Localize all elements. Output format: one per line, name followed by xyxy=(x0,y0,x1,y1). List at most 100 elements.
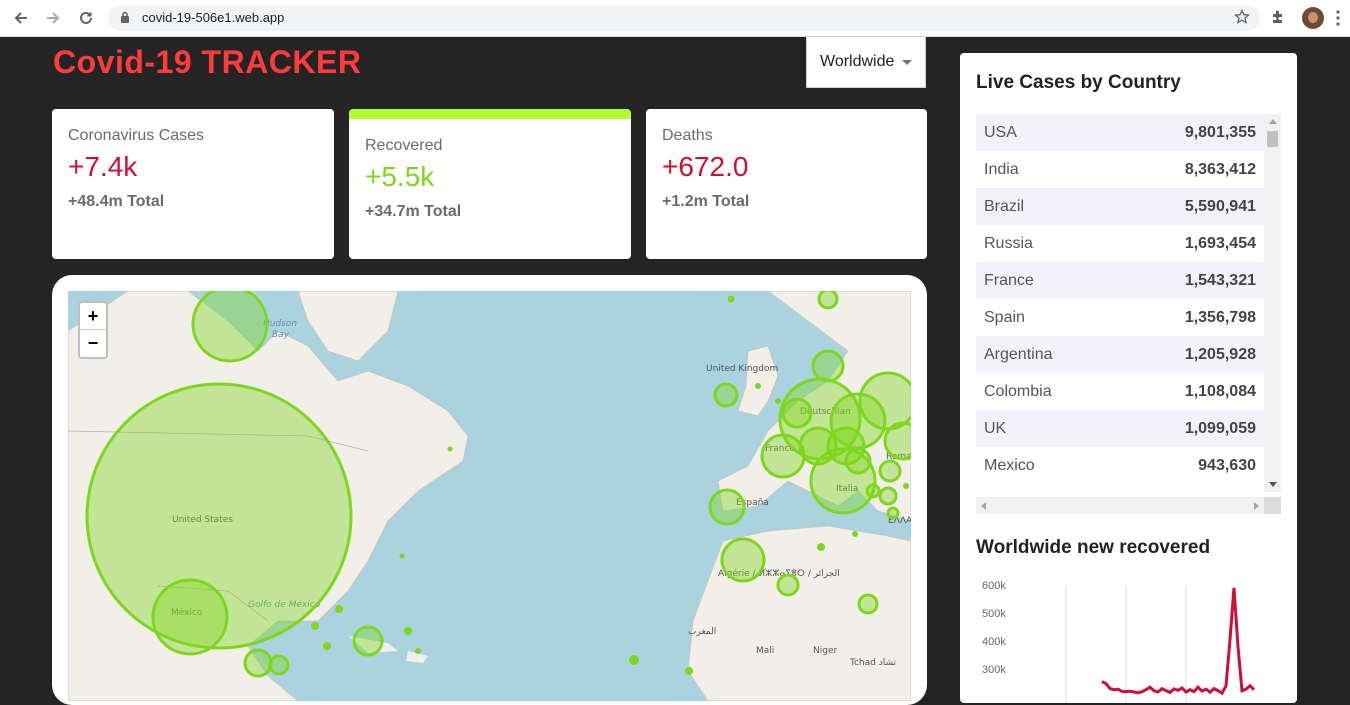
circle-ireland[interactable] xyxy=(713,382,739,408)
circle-algeria[interactable] xyxy=(776,573,800,597)
url-text: covid-19-506e1.web.app xyxy=(142,10,285,25)
chart-grid xyxy=(1065,585,1187,703)
y-tick-label: 300k xyxy=(982,664,1006,676)
circle-albania[interactable] xyxy=(865,483,881,499)
deaths-total: +1.2m Total xyxy=(662,193,911,211)
country-cases: 1,356,798 xyxy=(1184,308,1256,326)
deaths-title: Deaths xyxy=(662,127,713,144)
circle-ukraine[interactable] xyxy=(883,421,911,461)
cases-card[interactable]: Coronavirus Cases +7.4k +48.4m Total xyxy=(52,109,334,259)
country-name: Spain xyxy=(984,308,1025,326)
dot-cape-verde xyxy=(629,655,639,665)
zoom-in-button[interactable]: + xyxy=(80,303,106,330)
map-label-uk: United Kingdom xyxy=(706,364,778,374)
vertical-scrollbar[interactable] xyxy=(1264,114,1281,492)
circle-portugal[interactable] xyxy=(708,488,746,526)
horizontal-scrollbar[interactable] xyxy=(976,497,1264,514)
country-name: France xyxy=(976,262,1118,299)
table-row: Argentina 1,205,928 xyxy=(976,336,1264,373)
map-card: Hudson Bay Golfo de México United States… xyxy=(52,275,927,705)
table-row: France 1,543,321 xyxy=(976,262,1264,299)
recovered-value: +5.5k xyxy=(365,161,435,192)
circle-honduras[interactable] xyxy=(268,654,290,676)
dot-iceland xyxy=(727,295,735,303)
live-cases-table-wrap[interactable]: USA 9,801,355 India 8,363,412 Brazil 5,590,94… xyxy=(976,114,1281,514)
dot-jamaica xyxy=(311,622,319,630)
circle-romania[interactable] xyxy=(878,459,902,483)
sidebar-card: Live Cases by Country USA 9,801,355 India 8… xyxy=(960,53,1297,703)
country-name: Mexico xyxy=(984,456,1035,474)
table-row: India 8,363,412 xyxy=(976,151,1264,188)
country-name: USA xyxy=(976,114,1118,151)
circle-norway[interactable] xyxy=(817,291,839,310)
country-name: Colombia xyxy=(984,382,1052,400)
map-label-maroc: المغرب xyxy=(688,627,716,637)
chart-series-line xyxy=(1101,587,1256,696)
table-row: Mexico 943,630 xyxy=(976,447,1264,484)
circle-russia-west[interactable] xyxy=(858,371,911,431)
country-dropdown-value: Worldwide xyxy=(820,53,895,70)
profile-avatar[interactable] xyxy=(1302,7,1324,29)
chevron-down-icon xyxy=(902,60,912,65)
uk-land xyxy=(737,345,779,417)
zoom-out-button[interactable]: − xyxy=(80,330,106,356)
scroll-up-arrow-icon[interactable] xyxy=(1269,119,1277,124)
extensions-puzzle-icon[interactable] xyxy=(1270,9,1286,30)
dot-tunisia xyxy=(817,543,825,551)
map-label-niger: Niger xyxy=(813,646,837,656)
scrollbar-corner xyxy=(1264,497,1281,514)
back-arrow-icon[interactable] xyxy=(9,6,33,30)
scroll-down-arrow-icon[interactable] xyxy=(1269,482,1277,487)
circle-libya[interactable] xyxy=(857,593,879,615)
table-row: Russia 1,693,454 xyxy=(976,225,1264,262)
recovered-card[interactable]: Recovered +5.5k +34.7m Total xyxy=(349,109,631,259)
circle-sweden[interactable] xyxy=(811,349,845,383)
circle-switzerland[interactable] xyxy=(798,426,838,466)
country-cases: 1,693,454 xyxy=(1184,234,1256,252)
table-row: Brazil 5,590,941 xyxy=(976,188,1264,225)
more-vert-icon[interactable] xyxy=(1336,10,1340,31)
live-cases-title: Live Cases by Country xyxy=(976,72,1181,93)
circle-mexico[interactable] xyxy=(151,578,229,656)
chart-title: Worldwide new recovered xyxy=(976,537,1211,558)
cases-total-value: +48.4m xyxy=(68,193,123,210)
y-tick-label: 600k xyxy=(982,580,1006,592)
deaths-total-label: Total xyxy=(712,193,750,210)
cases-value: +7.4k xyxy=(68,151,138,182)
world-map[interactable]: Hudson Bay Golfo de México United States… xyxy=(68,291,911,701)
scroll-thumb[interactable] xyxy=(1267,131,1278,147)
country-name: Brazil xyxy=(976,188,1118,225)
star-icon[interactable] xyxy=(1233,8,1251,30)
recovered-total-label: Total xyxy=(424,203,462,220)
recovered-total-value: +34.7m xyxy=(365,203,420,220)
dot-isle-of-man xyxy=(755,383,761,389)
reload-icon[interactable] xyxy=(74,6,98,30)
circle-france[interactable] xyxy=(760,433,806,479)
circle-greece[interactable] xyxy=(878,486,898,506)
scroll-right-arrow-icon[interactable] xyxy=(1254,502,1259,510)
country-cases: 9,801,355 xyxy=(1117,114,1264,151)
map-canvas[interactable]: Hudson Bay Golfo de México United States… xyxy=(68,291,911,701)
country-name: India xyxy=(984,160,1019,178)
circle-serbia[interactable] xyxy=(844,447,872,475)
forward-arrow-icon[interactable] xyxy=(41,6,65,30)
circle-crete[interactable] xyxy=(886,506,900,520)
deaths-card[interactable]: Deaths +672.0 +1.2m Total xyxy=(646,109,927,259)
circle-guatemala[interactable] xyxy=(243,648,273,678)
dot-mauritania xyxy=(685,667,693,675)
address-bar[interactable]: covid-19-506e1.web.app xyxy=(108,5,1260,31)
country-cases: 8,363,412 xyxy=(1184,160,1256,178)
cases-total: +48.4m Total xyxy=(68,193,318,211)
chart-y-axis: 600k 500k 400k 300k xyxy=(982,580,1006,676)
circle-canada[interactable] xyxy=(191,291,269,363)
app-title: Covid-19 TRACKER xyxy=(53,44,362,80)
circle-morocco[interactable] xyxy=(720,537,766,583)
dot-wales xyxy=(775,398,781,404)
country-dropdown[interactable]: Worldwide xyxy=(806,36,926,88)
recovered-title: Recovered xyxy=(365,137,443,154)
circle-cuba[interactable] xyxy=(352,625,384,657)
scroll-left-arrow-icon[interactable] xyxy=(981,502,986,510)
lock-icon xyxy=(120,11,130,29)
country-cases: 1,543,321 xyxy=(1117,262,1264,299)
circle-netherlands[interactable] xyxy=(781,397,813,429)
